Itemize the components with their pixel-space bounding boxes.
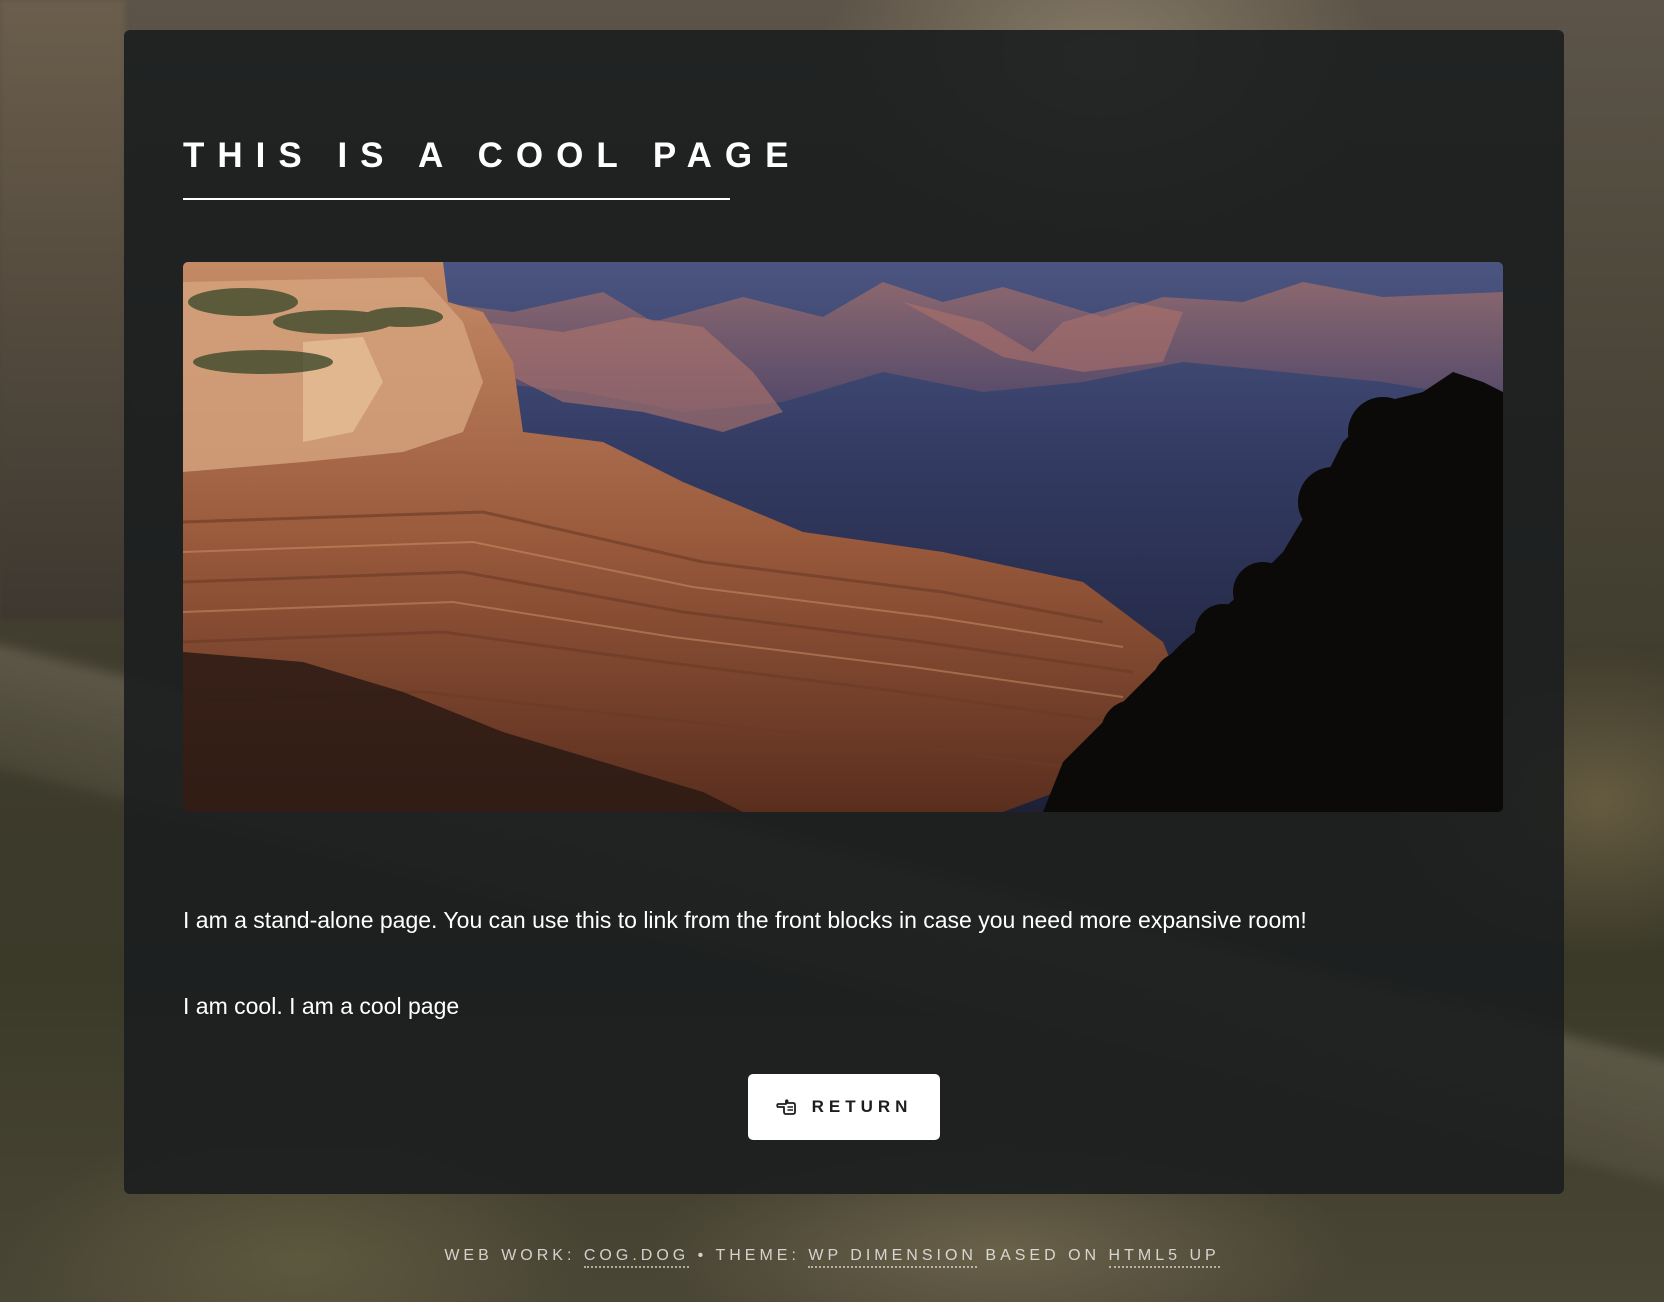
canyon-image bbox=[183, 262, 1503, 812]
footer-html5up-link[interactable]: HTML5 UP bbox=[1108, 1247, 1220, 1268]
return-button[interactable]: RETURN bbox=[748, 1074, 940, 1140]
intro-paragraph: I am a stand-alone page. You can use thi… bbox=[183, 907, 1307, 933]
footer-separator: • bbox=[697, 1247, 708, 1264]
page-title: THIS IS A COOL PAGE bbox=[183, 136, 802, 175]
cool-paragraph: I am cool. I am a cool page bbox=[183, 993, 460, 1019]
page-panel: THIS IS A COOL PAGE I am a stand-alone p… bbox=[124, 30, 1564, 1194]
background-building bbox=[0, 0, 125, 620]
footer-theme-link[interactable]: WP DIMENSION bbox=[808, 1247, 977, 1268]
title-underline bbox=[183, 198, 730, 200]
footer-theme-prefix: THEME: bbox=[715, 1247, 800, 1264]
footer-cogdog-link[interactable]: COG.DOG bbox=[583, 1247, 690, 1268]
canyon-illustration bbox=[183, 262, 1503, 812]
site-footer: WEB WORK: COG.DOG • THEME: WP DIMENSION … bbox=[0, 1247, 1664, 1268]
return-button-label: RETURN bbox=[811, 1097, 913, 1116]
footer-web-work-prefix: WEB WORK: bbox=[444, 1247, 576, 1264]
footer-based-on-text: BASED ON bbox=[985, 1247, 1101, 1264]
pointing-hand-left-icon bbox=[775, 1096, 798, 1118]
